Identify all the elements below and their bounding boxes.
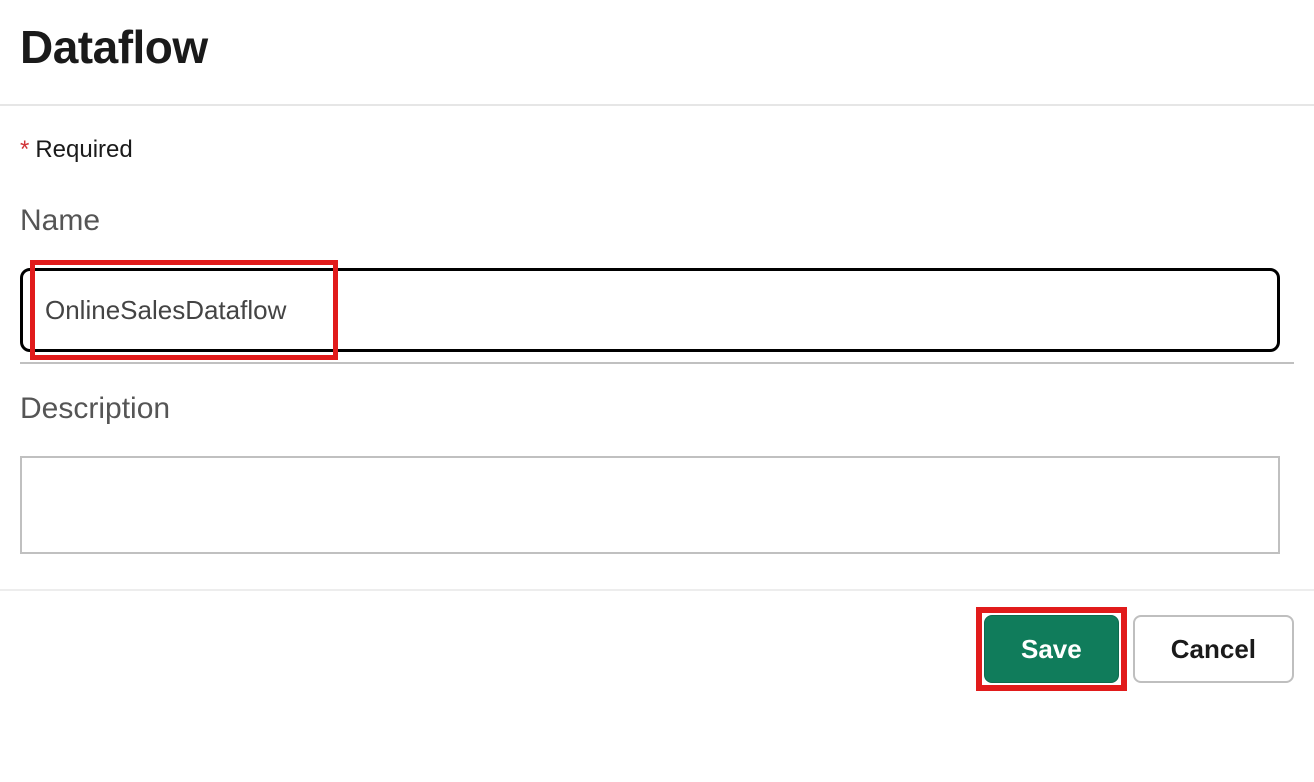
required-indicator: *Required bbox=[20, 136, 1294, 164]
cancel-button[interactable]: Cancel bbox=[1133, 615, 1294, 683]
name-underline bbox=[20, 362, 1294, 364]
save-button-wrap: Save bbox=[984, 615, 1119, 683]
page-title: Dataflow bbox=[20, 20, 1294, 74]
asterisk-icon: * bbox=[20, 136, 29, 163]
required-label: Required bbox=[35, 136, 132, 163]
name-label: Name bbox=[20, 204, 1294, 238]
dialog-footer: Save Cancel bbox=[0, 589, 1314, 703]
description-input[interactable] bbox=[20, 456, 1280, 554]
dialog-header: Dataflow bbox=[0, 0, 1314, 104]
name-field-wrap bbox=[20, 268, 1294, 352]
dialog-body: *Required Name Description bbox=[0, 104, 1314, 589]
name-input[interactable] bbox=[20, 268, 1280, 352]
description-label: Description bbox=[20, 392, 1294, 426]
save-button[interactable]: Save bbox=[984, 615, 1119, 683]
